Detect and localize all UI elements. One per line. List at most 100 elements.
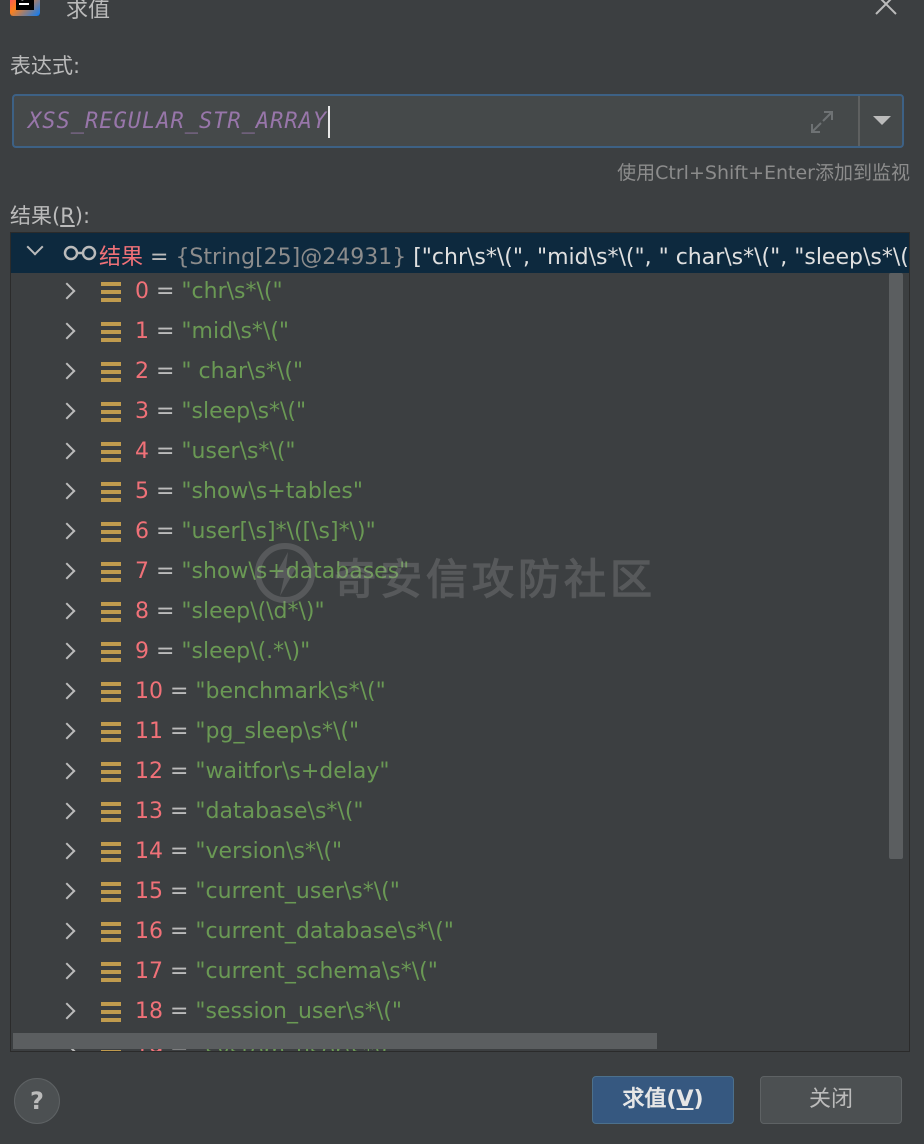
tree-row[interactable]: 11 = "pg_sleep\s*\(" (11, 713, 909, 753)
list-icon (101, 642, 121, 662)
chevron-down-icon[interactable] (26, 238, 44, 256)
item-equals: = (149, 479, 182, 504)
chevron-right-icon[interactable] (58, 322, 76, 340)
item-equals: = (149, 359, 182, 384)
item-equals: = (149, 319, 182, 344)
list-icon (101, 362, 121, 382)
chevron-right-icon[interactable] (58, 522, 76, 540)
tree-row[interactable]: 4 = "user\s*\(" (11, 433, 909, 473)
item-value: "sleep\(.*\)" (181, 639, 311, 664)
chevron-right-icon[interactable] (58, 882, 76, 900)
item-value: "chr\s*\(" (181, 279, 283, 304)
tree-row[interactable]: 13 = "database\s*\(" (11, 793, 909, 833)
chevron-down-icon (873, 116, 891, 125)
item-value: "benchmark\s*\(" (195, 679, 386, 704)
list-icon (101, 562, 121, 582)
item-index: 5 (135, 479, 149, 504)
result-tree[interactable]: 结果 = {String[25]@24931} ["chr\s*\(", "mi… (10, 232, 910, 1052)
tree-row[interactable]: 18 = "session_user\s*\(" (11, 993, 909, 1033)
tree-row[interactable]: 16 = "current_database\s*\(" (11, 913, 909, 953)
chevron-right-icon[interactable] (58, 722, 76, 740)
tree-row[interactable]: 2 = " char\s*\(" (11, 353, 909, 393)
tree-row[interactable]: 10 = "benchmark\s*\(" (11, 673, 909, 713)
item-index: 14 (135, 839, 163, 864)
tree-row[interactable]: 5 = "show\s+tables" (11, 473, 909, 513)
tree-row[interactable]: 15 = "current_user\s*\(" (11, 873, 909, 913)
item-equals: = (149, 279, 182, 304)
close-icon[interactable] (872, 0, 900, 18)
chevron-right-icon[interactable] (58, 962, 76, 980)
tree-row[interactable]: 8 = "sleep\(\d*\)" (11, 593, 909, 633)
item-index: 17 (135, 959, 163, 984)
item-index: 11 (135, 719, 163, 744)
chevron-right-icon[interactable] (58, 842, 76, 860)
chevron-right-icon[interactable] (58, 682, 76, 700)
item-value: "user[\s]*\([\s]*\)" (181, 519, 376, 544)
vertical-scrollbar[interactable] (889, 273, 903, 859)
expression-input[interactable]: XSS_REGULAR_STR_ARRAY (12, 94, 904, 148)
evaluate-button[interactable]: 求值(V) (592, 1076, 734, 1124)
item-value: "pg_sleep\s*\(" (195, 719, 360, 744)
root-name: 结果 (99, 245, 144, 270)
item-index: 9 (135, 639, 149, 664)
tree-row[interactable]: 1 = "mid\s*\(" (11, 313, 909, 353)
tree-row[interactable]: 12 = "waitfor\s+delay" (11, 753, 909, 793)
title-bar: IJ 求值 (0, 0, 924, 26)
item-value: "current_schema\s*\(" (195, 959, 438, 984)
item-value: "waitfor\s+delay" (195, 759, 390, 784)
tree-row[interactable]: 9 = "sleep\(.*\)" (11, 633, 909, 673)
item-index: 3 (135, 399, 149, 424)
chevron-right-icon[interactable] (58, 482, 76, 500)
item-index: 18 (135, 999, 163, 1024)
list-icon (101, 682, 121, 702)
horizontal-scrollbar[interactable] (13, 1033, 657, 1049)
result-label: 结果(R): (10, 204, 91, 228)
chevron-right-icon[interactable] (58, 362, 76, 380)
add-to-watch-hint: 使用Ctrl+Shift+Enter添加到监视 (617, 162, 910, 184)
item-value: "database\s*\(" (195, 799, 364, 824)
tree-row[interactable]: 14 = "version\s*\(" (11, 833, 909, 873)
chevron-right-icon[interactable] (58, 762, 76, 780)
item-equals: = (149, 559, 182, 584)
chevron-right-icon[interactable] (58, 562, 76, 580)
chevron-right-icon[interactable] (58, 642, 76, 660)
app-icon: IJ (10, 0, 40, 16)
item-index: 0 (135, 279, 149, 304)
tree-root-row[interactable]: 结果 = {String[25]@24931} ["chr\s*\(", "mi… (11, 233, 909, 273)
text-caret (328, 106, 331, 138)
item-equals: = (149, 639, 182, 664)
expression-value[interactable]: XSS_REGULAR_STR_ARRAY (28, 109, 327, 134)
tree-row[interactable]: 17 = "current_schema\s*\(" (11, 953, 909, 993)
help-button[interactable]: ? (14, 1078, 60, 1124)
chevron-right-icon[interactable] (58, 442, 76, 460)
tree-row[interactable]: 0 = "chr\s*\(" (11, 273, 909, 313)
tree-row[interactable]: 3 = "sleep\s*\(" (11, 393, 909, 433)
item-value: "sleep\s*\(" (181, 399, 307, 424)
chevron-right-icon[interactable] (58, 802, 76, 820)
item-value: "current_database\s*\(" (195, 919, 454, 944)
history-dropdown-button[interactable] (860, 96, 904, 146)
item-equals: = (163, 879, 196, 904)
item-equals: = (163, 839, 196, 864)
item-value: "mid\s*\(" (181, 319, 290, 344)
chevron-right-icon[interactable] (58, 1002, 76, 1020)
item-index: 10 (135, 679, 163, 704)
item-index: 7 (135, 559, 149, 584)
tree-row[interactable]: 6 = "user[\s]*\([\s]*\)" (11, 513, 909, 553)
item-equals: = (149, 519, 182, 544)
item-equals: = (163, 959, 196, 984)
chevron-right-icon[interactable] (58, 282, 76, 300)
expand-icon[interactable] (808, 108, 836, 136)
item-value: "version\s*\(" (195, 839, 343, 864)
chevron-right-icon[interactable] (58, 402, 76, 420)
close-button[interactable]: 关闭 (760, 1076, 902, 1124)
chevron-right-icon[interactable] (58, 602, 76, 620)
item-value: "show\s+databases" (181, 559, 410, 584)
expression-label: 表达式: (10, 54, 81, 78)
item-index: 13 (135, 799, 163, 824)
list-icon (101, 802, 121, 822)
chevron-right-icon[interactable] (58, 922, 76, 940)
tree-row[interactable]: 7 = "show\s+databases" (11, 553, 909, 593)
item-value: "sleep\(\d*\)" (181, 599, 325, 624)
list-icon (101, 762, 121, 782)
